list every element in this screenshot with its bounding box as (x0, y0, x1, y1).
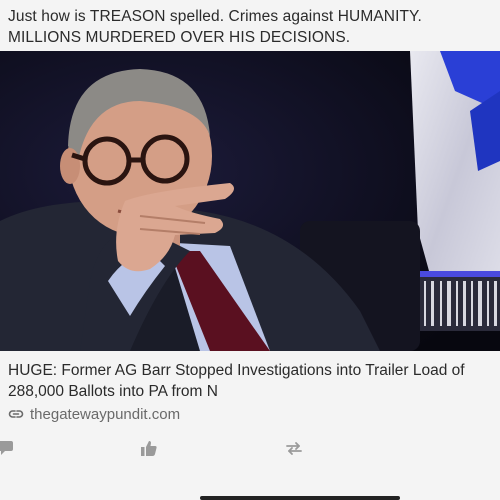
link-card-domain[interactable]: thegatewaypundit.com (8, 403, 180, 425)
home-indicator (200, 496, 400, 500)
retweet-icon[interactable] (285, 440, 303, 456)
link-icon (8, 406, 24, 422)
link-card-title[interactable]: HUGE: Former AG Barr Stopped Investigati… (8, 360, 496, 402)
comment-icon[interactable] (0, 440, 14, 456)
post-actions (0, 436, 500, 464)
man-gesturing-photo (0, 51, 500, 351)
link-domain-text: thegatewaypundit.com (30, 405, 181, 423)
like-icon[interactable] (141, 440, 157, 456)
post-text: Just how is TREASON spelled. Crimes agai… (8, 8, 422, 46)
link-preview-image[interactable] (0, 51, 500, 351)
